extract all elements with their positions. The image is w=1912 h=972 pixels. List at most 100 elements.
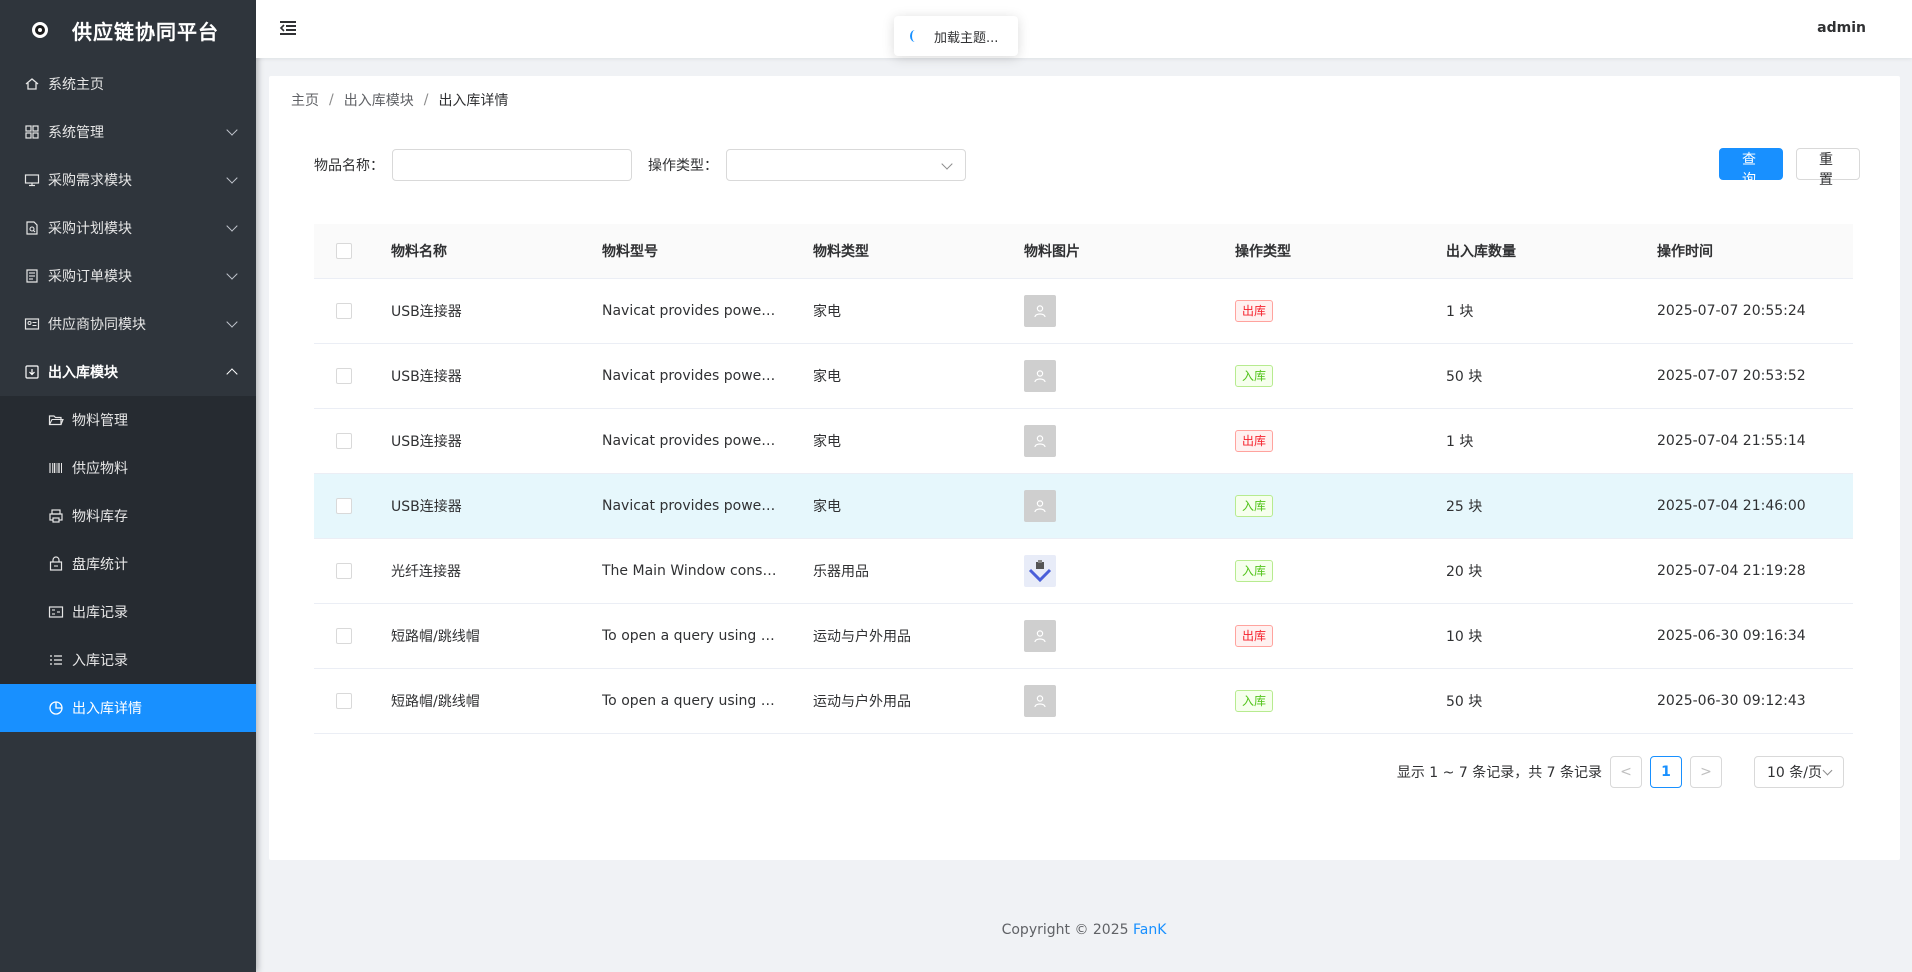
menu-toggle-icon[interactable] <box>278 18 298 38</box>
doc-list-icon <box>24 268 40 284</box>
cell-image <box>1024 278 1235 344</box>
sidebar-subitem-label: 物料管理 <box>72 413 128 429</box>
chevron-down-icon <box>226 316 238 328</box>
doc-search-icon <box>24 220 40 236</box>
select-all-checkbox[interactable] <box>336 242 352 259</box>
table-row[interactable]: USB连接器Navicat provides powerful tools fo… <box>314 278 1853 344</box>
sidebar-subitem[interactable]: 出入库详情 <box>0 684 256 732</box>
sidebar-subitem-label: 出入库详情 <box>72 701 142 717</box>
model-text: Navicat provides powerful tools for work… <box>602 302 780 319</box>
user-menu[interactable]: admin <box>1817 20 1866 36</box>
cell-quantity: 20 块 <box>1446 538 1657 604</box>
table-row[interactable]: 光纤连接器The Main Window consists of several… <box>314 538 1853 604</box>
model-text: Navicat provides powerful tools for work… <box>602 432 780 449</box>
cell-operation: 出库 <box>1235 408 1446 474</box>
sidebar-item-label: 供应商协同模块 <box>48 317 146 333</box>
sidebar-subitem[interactable]: 出库记录 <box>0 588 256 636</box>
cell-operation: 入库 <box>1235 343 1446 409</box>
col-header-operation: 操作类型 <box>1235 224 1446 279</box>
avatar-placeholder-icon[interactable] <box>1024 684 1056 717</box>
sidebar-subitem-label: 出库记录 <box>72 605 128 621</box>
records-table: 物料名称 物料型号 物料类型 物料图片 操作类型 出入库数量 操作时间 USB连… <box>314 224 1853 734</box>
breadcrumb-module[interactable]: 出入库模块 <box>344 90 414 110</box>
table-row[interactable]: USB连接器Navicat provides powerful tools fo… <box>314 343 1853 409</box>
table-row[interactable]: 短路帽/跳线帽To open a query using an external… <box>314 668 1853 734</box>
sidebar-subitem[interactable]: 供应物料 <box>0 444 256 492</box>
row-checkbox[interactable] <box>336 562 352 579</box>
col-header-name: 物料名称 <box>391 224 602 279</box>
table-row[interactable]: USB连接器Navicat provides powerful tools fo… <box>314 473 1853 539</box>
copyright-text: Copyright © 2025 <box>1001 922 1133 938</box>
page-size-select[interactable]: 10 条/页 <box>1754 756 1844 788</box>
avatar-placeholder-icon[interactable] <box>1024 359 1056 392</box>
sidebar-item[interactable]: 供应商协同模块 <box>0 300 256 348</box>
product-image[interactable] <box>1024 554 1056 587</box>
cell-type: 运动与户外用品 <box>813 603 1024 669</box>
row-checkbox[interactable] <box>336 302 352 319</box>
operation-type-select[interactable] <box>726 149 966 181</box>
prev-page-button[interactable]: < <box>1610 756 1642 788</box>
item-name-input[interactable] <box>392 149 632 181</box>
chevron-down-icon <box>226 124 238 136</box>
row-checkbox[interactable] <box>336 692 352 709</box>
sidebar-item[interactable]: 采购需求模块 <box>0 156 256 204</box>
app-logo[interactable]: 供应链协同平台 <box>0 0 256 60</box>
cell-type: 运动与户外用品 <box>813 668 1024 734</box>
sidebar-item-label: 系统管理 <box>48 125 104 141</box>
model-text: The Main Window consists of several tool… <box>602 562 780 579</box>
cell-time: 2025-07-07 20:55:24 <box>1657 278 1853 344</box>
avatar-placeholder-icon[interactable] <box>1024 294 1056 327</box>
sidebar-subitem-label: 物料库存 <box>72 509 128 525</box>
sidebar-item[interactable]: 采购计划模块 <box>0 204 256 252</box>
row-checkbox[interactable] <box>336 432 352 449</box>
row-checkbox[interactable] <box>336 497 352 514</box>
table-row[interactable]: USB连接器Navicat provides powerful tools fo… <box>314 408 1853 474</box>
next-page-button[interactable]: > <box>1690 756 1722 788</box>
row-checkbox[interactable] <box>336 367 352 384</box>
cell-image <box>1024 473 1235 539</box>
cell-operation: 入库 <box>1235 473 1446 539</box>
brand-link[interactable]: FanK <box>1133 922 1166 938</box>
sidebar-item-label: 系统主页 <box>48 77 104 93</box>
sidebar-subitem[interactable]: 入库记录 <box>0 636 256 684</box>
cell-image <box>1024 408 1235 474</box>
cell-type: 家电 <box>813 343 1024 409</box>
sidebar-item-label: 采购订单模块 <box>48 269 132 285</box>
folder-open-icon <box>48 412 64 428</box>
loading-spinner-icon <box>910 30 920 42</box>
operation-tag: 入库 <box>1235 364 1274 387</box>
reset-button[interactable]: 重置 <box>1796 148 1860 188</box>
sidebar-item[interactable]: 系统管理 <box>0 108 256 156</box>
sidebar-item[interactable]: 采购订单模块 <box>0 252 256 300</box>
cell-quantity: 10 块 <box>1446 603 1657 669</box>
avatar-placeholder-icon[interactable] <box>1024 489 1056 522</box>
sidebar-subitem-label: 供应物料 <box>72 461 128 477</box>
lock-box-icon <box>48 556 64 572</box>
breadcrumb-current: 出入库详情 <box>438 93 509 109</box>
query-button[interactable]: 查询 <box>1719 148 1783 188</box>
sidebar-item[interactable]: 出入库模块 <box>0 348 256 396</box>
model-text: To open a query using an external editor <box>602 692 780 709</box>
sidebar-item[interactable]: 系统主页 <box>0 60 256 108</box>
col-header-time: 操作时间 <box>1657 224 1853 279</box>
breadcrumb-home[interactable]: 主页 <box>291 90 319 110</box>
table-row[interactable]: 短路帽/跳线帽To open a query using an external… <box>314 603 1853 669</box>
row-select-cell <box>314 278 391 344</box>
sidebar-subitem[interactable]: 盘库统计 <box>0 540 256 588</box>
cell-model: To open a query using an external editor <box>602 668 813 734</box>
sidebar-subitem[interactable]: 物料管理 <box>0 396 256 444</box>
row-select-cell <box>314 668 391 734</box>
page-1-button[interactable]: 1 <box>1650 756 1682 788</box>
cell-quantity: 1 块 <box>1446 278 1657 344</box>
avatar-placeholder-icon[interactable] <box>1024 619 1056 652</box>
sidebar-subitem[interactable]: 物料库存 <box>0 492 256 540</box>
cell-name: USB连接器 <box>391 473 602 539</box>
table-header-row: 物料名称 物料型号 物料类型 物料图片 操作类型 出入库数量 操作时间 <box>314 224 1853 279</box>
row-checkbox[interactable] <box>336 627 352 644</box>
top-header: 加载主题... admin <box>256 0 1912 58</box>
breadcrumb-separator: / <box>329 92 334 108</box>
sidebar-item-label: 采购计划模块 <box>48 221 132 237</box>
pie-chart-icon <box>48 700 64 716</box>
cell-model: Navicat provides powerful tools for work… <box>602 343 813 409</box>
avatar-placeholder-icon[interactable] <box>1024 424 1056 457</box>
